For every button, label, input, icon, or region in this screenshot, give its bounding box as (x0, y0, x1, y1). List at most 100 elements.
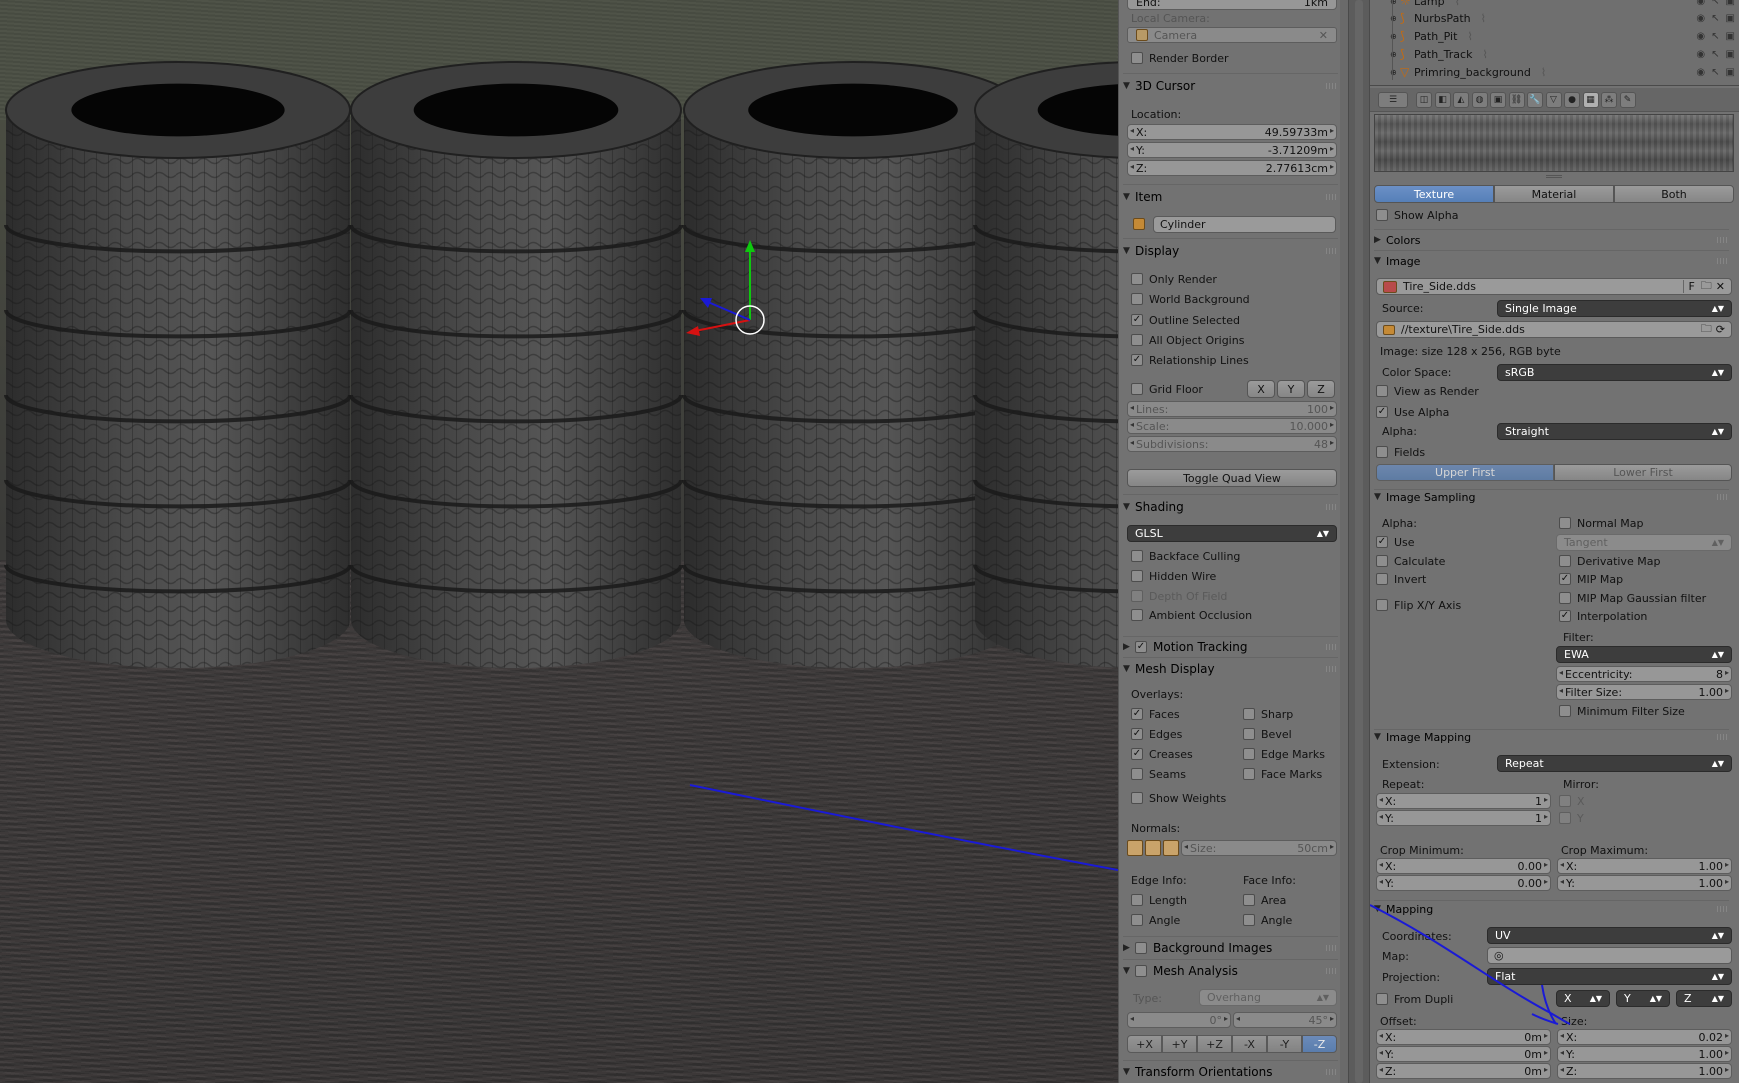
overlay-checkbox[interactable] (1131, 768, 1143, 780)
show-weights-checkbox[interactable] (1131, 792, 1143, 804)
tire-stack[interactable] (4, 61, 352, 668)
divider (1123, 494, 1338, 495)
analysis-max-field[interactable]: ◂ 45° ▸ (1233, 1012, 1337, 1028)
annotation-overlay (1370, 904, 1571, 1025)
texture-properties-editor: ⊕ ☼ Lamp ⌇ ◉ ↖ ▣ ⊕ ⟆ NurbsPath ⌇ ◉ ↖ ▣ ⊕ ⟆ Path_Pit ⌇ ◉ ↖ ▣ ⊕… (1370, 0, 1739, 1083)
clear-icon[interactable]: ✕ (1319, 29, 1328, 42)
render-border-checkbox[interactable] (1131, 52, 1143, 64)
panel-title: Display (1135, 244, 1180, 258)
drag-grip-icon[interactable] (1326, 1069, 1336, 1075)
drag-grip-icon[interactable] (1326, 666, 1336, 672)
display-checkbox[interactable]: ✓ (1131, 354, 1143, 366)
analysis-axis-button[interactable]: -X (1232, 1035, 1267, 1053)
edge-length-checkbox[interactable] (1131, 894, 1143, 906)
shading-checkbox[interactable] (1131, 590, 1143, 602)
display-checkbox[interactable] (1131, 334, 1143, 346)
analysis-axis-button[interactable]: +X (1127, 1035, 1162, 1053)
overlay-checkbox[interactable] (1243, 728, 1255, 740)
tire-stack[interactable] (973, 61, 1118, 668)
split-normal-icon[interactable] (1145, 840, 1161, 856)
tire-stack[interactable] (682, 61, 1024, 668)
item-name-input[interactable]: Cylinder (1153, 216, 1336, 233)
analysis-axis-button[interactable]: +Z (1197, 1035, 1232, 1053)
shading-checkbox[interactable] (1131, 609, 1143, 621)
analysis-axis-button[interactable]: +Y (1162, 1035, 1197, 1053)
display-checkbox[interactable] (1131, 293, 1143, 305)
edge-angle-checkbox[interactable] (1131, 914, 1143, 926)
drag-grip-icon[interactable] (1326, 968, 1336, 974)
drag-grip-icon[interactable] (1326, 248, 1336, 254)
shading-mode-dropdown[interactable]: GLSL ▲▼ (1127, 525, 1337, 542)
normal-size-field[interactable]: ◂ Size: 50cm ▸ (1181, 840, 1337, 856)
grid-subdivisions-field[interactable]: ◂ Subdivisions: 48 ▸ (1127, 436, 1337, 452)
annotation-stroke (1370, 904, 1571, 1025)
overlay-checkbox[interactable]: ✓ (1131, 708, 1143, 720)
grid-axis-y-toggle[interactable]: Y (1277, 380, 1305, 398)
analysis-axis-button[interactable]: -Z (1302, 1035, 1337, 1053)
local-camera-field[interactable]: Camera ✕ (1127, 27, 1337, 43)
3d-viewport[interactable] (0, 0, 1118, 1083)
display-checkbox[interactable] (1131, 273, 1143, 285)
props-scrollbar[interactable] (1340, 0, 1348, 1083)
cursor-z-field[interactable]: ◂ Z: 2.77613cm ▸ (1127, 160, 1337, 176)
overlay-checkbox[interactable]: ✓ (1131, 728, 1143, 740)
panel-header-item[interactable]: ▼ Item (1123, 187, 1338, 207)
analysis-axis-button[interactable]: -Y (1267, 1035, 1302, 1053)
clip-end-field[interactable]: End: 1km (1127, 0, 1337, 10)
separator-scroll-thumb[interactable] (1355, 0, 1363, 1083)
panel-title: Item (1135, 190, 1163, 204)
grid-floor-checkbox[interactable] (1131, 383, 1143, 395)
panel-header-3d-cursor[interactable]: ▼ 3D Cursor (1123, 76, 1338, 96)
motion-tracking-checkbox[interactable]: ✓ (1135, 641, 1147, 653)
shading-checkbox[interactable] (1131, 570, 1143, 582)
drag-grip-icon[interactable] (1326, 83, 1336, 89)
display-checkbox[interactable]: ✓ (1131, 314, 1143, 326)
collapse-triangle-icon: ▼ (1123, 246, 1130, 256)
overlay-checkbox[interactable]: ✓ (1131, 748, 1143, 760)
expand-triangle-icon: ▶ (1123, 943, 1130, 953)
location-label: Location: (1131, 108, 1182, 121)
local-camera-value: Camera (1154, 28, 1198, 42)
panel-header-background-images[interactable]: ▶ Background Images (1123, 938, 1338, 958)
panel-header-display[interactable]: ▼ Display (1123, 241, 1338, 261)
panel-title: Shading (1135, 500, 1184, 514)
background-images-checkbox[interactable] (1135, 942, 1147, 954)
panel-header-shading[interactable]: ▼ Shading (1123, 497, 1338, 517)
cursor-y-field[interactable]: ◂ Y: -3.71209m ▸ (1127, 142, 1337, 158)
panel-header-mesh-display[interactable]: ▼ Mesh Display (1123, 659, 1338, 679)
panel-title: Mesh Analysis (1153, 964, 1238, 978)
drag-grip-icon[interactable] (1326, 504, 1336, 510)
collapse-triangle-icon: ▼ (1123, 192, 1130, 202)
grid-axis-x-toggle[interactable]: X (1247, 380, 1275, 398)
overlay-checkbox[interactable] (1243, 748, 1255, 760)
field-value: 45° (1308, 1013, 1329, 1027)
shading-checkbox-label: Depth Of Field (1149, 590, 1228, 603)
cursor-x-field[interactable]: ◂ X: 49.59733m ▸ (1127, 124, 1337, 140)
display-checkbox-label: Relationship Lines (1149, 354, 1249, 367)
panel-header-mesh-analysis[interactable]: ▼ Mesh Analysis (1123, 961, 1338, 981)
grid-scale-field[interactable]: ◂ Scale: 10.000 ▸ (1127, 418, 1337, 434)
shading-checkbox[interactable] (1131, 550, 1143, 562)
drag-grip-icon[interactable] (1326, 644, 1336, 650)
face-angle-checkbox[interactable] (1243, 914, 1255, 926)
mesh-analysis-checkbox[interactable] (1135, 965, 1147, 977)
overlay-checkbox[interactable] (1243, 708, 1255, 720)
face-normal-icon[interactable] (1163, 840, 1179, 856)
field-value: 49.59733m (1264, 125, 1328, 139)
overlay-checkbox[interactable] (1243, 768, 1255, 780)
panel-header-motion-tracking[interactable]: ▶ ✓ Motion Tracking (1123, 637, 1338, 657)
drag-grip-icon[interactable] (1326, 194, 1336, 200)
overlay-checkbox-label: Faces (1149, 708, 1180, 721)
field-value: 2.77613cm (1265, 161, 1328, 175)
drag-grip-icon[interactable] (1326, 945, 1336, 951)
toggle-quad-view-button[interactable]: Toggle Quad View (1127, 469, 1337, 487)
panel-header-transform-orientations[interactable]: ▼ Transform Orientations (1123, 1062, 1338, 1082)
analysis-min-field[interactable]: ◂ 0° ▸ (1127, 1012, 1231, 1028)
grid-axis-z-toggle[interactable]: Z (1307, 380, 1335, 398)
vertex-normal-icon[interactable] (1127, 840, 1143, 856)
region-separator[interactable] (1348, 0, 1370, 1083)
tire-stack[interactable] (349, 61, 683, 668)
grid-lines-field[interactable]: ◂ Lines: 100 ▸ (1127, 401, 1337, 417)
analysis-type-dropdown[interactable]: Overhang ▲▼ (1199, 989, 1337, 1006)
face-area-checkbox[interactable] (1243, 894, 1255, 906)
